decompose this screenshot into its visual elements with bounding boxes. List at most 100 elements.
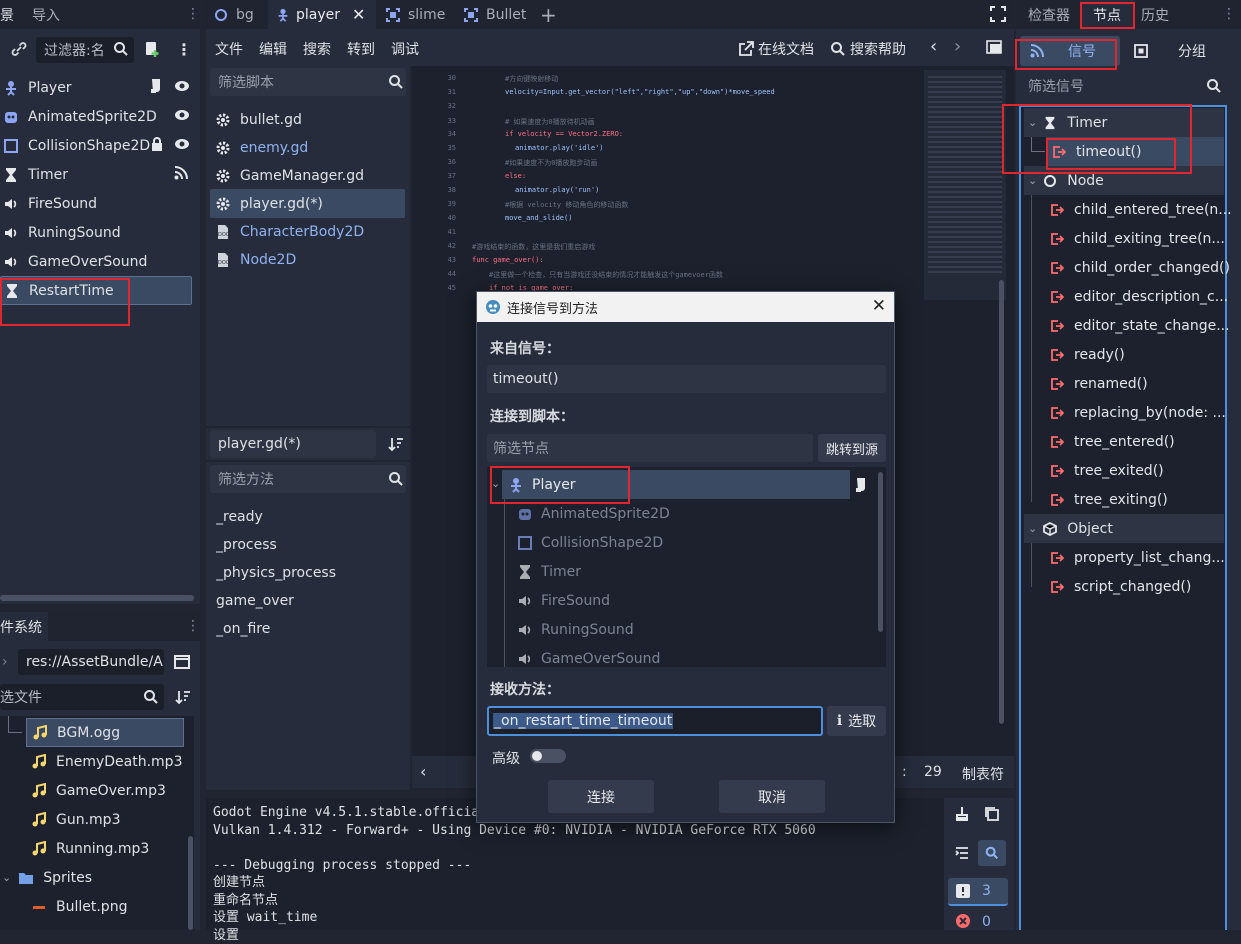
menu-edit[interactable]: 编辑: [259, 39, 287, 59]
section-timer[interactable]: ⌄ Timer: [1024, 108, 1224, 137]
path-field[interactable]: res://AssetBundle/A: [18, 649, 164, 675]
method-item[interactable]: game_over: [216, 586, 410, 615]
link-icon[interactable]: [10, 40, 28, 62]
sort-icon[interactable]: [175, 689, 191, 709]
signal-filter-input[interactable]: 筛选信号: [1020, 72, 1226, 100]
dock-menu-icon[interactable]: ⋮: [186, 618, 200, 634]
error-filter-button[interactable]: 0: [948, 914, 1008, 930]
signal-renamed[interactable]: renamed(): [1050, 369, 1148, 398]
chevron-down-icon[interactable]: ⌄: [1028, 174, 1037, 187]
toggle-panel-icon[interactable]: [986, 40, 1002, 58]
scene-node-timer[interactable]: Timer: [0, 160, 200, 189]
chevron-right-icon[interactable]: ›: [2, 654, 8, 670]
cancel-button[interactable]: 取消: [719, 780, 825, 813]
tab-filesystem[interactable]: 件系统: [0, 612, 48, 641]
chevron-down-icon[interactable]: ⌄: [1028, 522, 1037, 535]
history-back-icon[interactable]: ‹: [930, 36, 937, 57]
menu-goto[interactable]: 转到: [347, 39, 375, 59]
tab-bullet[interactable]: Bullet: [464, 0, 526, 29]
fullscreen-icon[interactable]: [990, 6, 1006, 26]
scene-node-player[interactable]: Player: [0, 73, 200, 102]
visibility-eye-icon[interactable]: [174, 108, 190, 126]
scene-node-collisionshape2d[interactable]: CollisionShape2D: [0, 131, 200, 160]
signal-replacing-by[interactable]: replacing_by(node: ...: [1050, 398, 1226, 427]
section-object[interactable]: ⌄ Object: [1024, 514, 1224, 543]
script-item-enemy[interactable]: enemy.gd: [214, 133, 410, 162]
file-item-bullet-png[interactable]: Bullet.png: [26, 892, 194, 921]
signal-tree-exiting[interactable]: tree_exiting(): [1050, 485, 1168, 514]
script-item-player[interactable]: player.gd(*): [210, 189, 405, 218]
split-view-icon[interactable]: [174, 654, 190, 674]
tab-player[interactable]: player ✕: [268, 0, 376, 29]
code-vertical-scrollbar[interactable]: [999, 280, 1004, 724]
scene-node-gameoversound[interactable]: GameOverSound: [0, 247, 200, 276]
scene-node-restarttime[interactable]: RestartTime: [0, 276, 192, 305]
signal-child-exiting-tree[interactable]: child_exiting_tree(n...: [1050, 224, 1225, 253]
collapse-icon[interactable]: [954, 845, 970, 865]
folder-sprites[interactable]: ⌄ Sprites: [0, 863, 194, 892]
close-icon[interactable]: ✕: [872, 296, 886, 316]
history-forward-icon[interactable]: ›: [954, 36, 961, 57]
lock-icon[interactable]: [150, 136, 164, 156]
indent-mode-button[interactable]: 制表符: [962, 764, 1004, 784]
script-icon[interactable]: [150, 78, 164, 98]
file-item-enemydeath[interactable]: EnemyDeath.mp3: [26, 747, 194, 776]
signal-tree-exited[interactable]: tree_exited(): [1050, 456, 1164, 485]
tab-slime[interactable]: slime: [386, 0, 445, 29]
doc-item-node2d[interactable]: DOCNode2D: [214, 245, 410, 274]
tab-scene[interactable]: 景: [0, 0, 14, 29]
signal-tree-entered[interactable]: tree_entered(): [1050, 427, 1175, 456]
method-item[interactable]: _physics_process: [216, 558, 410, 587]
section-node[interactable]: ⌄ Node: [1024, 166, 1224, 195]
file-item-bgm[interactable]: BGM.ogg: [26, 718, 184, 747]
code-minimap[interactable]: [924, 70, 1006, 300]
file-filter-input[interactable]: 选文件: [0, 684, 164, 710]
warning-filter-button[interactable]: 3: [948, 878, 1008, 906]
menu-debug[interactable]: 调试: [391, 39, 419, 59]
tree-scrollbar[interactable]: [878, 472, 883, 632]
vertical-scrollbar[interactable]: [188, 836, 193, 930]
horizontal-scrollbar[interactable]: [0, 595, 194, 601]
script-item-bullet[interactable]: bullet.gd: [214, 105, 410, 134]
scene-node-runingsound[interactable]: RuningSound: [0, 218, 200, 247]
tab-bg[interactable]: bg: [214, 0, 254, 29]
signal-child-entered-tree[interactable]: child_entered_tree(n...: [1050, 195, 1232, 224]
method-name-input[interactable]: _on_restart_time_timeout: [487, 706, 823, 736]
chevron-down-icon[interactable]: ⌄: [491, 477, 500, 490]
signal-ready[interactable]: ready(): [1050, 340, 1125, 369]
file-item-gameover[interactable]: GameOver.mp3: [26, 776, 194, 805]
signal-timeout[interactable]: timeout(): [1052, 137, 1141, 166]
pick-method-button[interactable]: ℹ选取: [827, 706, 886, 736]
sort-icon[interactable]: [388, 436, 404, 456]
menu-search[interactable]: 搜索: [303, 39, 331, 59]
close-tab-icon[interactable]: ✕: [352, 5, 365, 24]
chevron-down-icon[interactable]: ⌄: [1028, 116, 1037, 129]
file-item-gun[interactable]: Gun.mp3: [26, 805, 194, 834]
clear-output-icon[interactable]: [954, 806, 970, 826]
jump-to-source-button[interactable]: 跳转到源: [818, 434, 886, 462]
method-item[interactable]: _on_fire: [216, 614, 410, 643]
node-filter-input[interactable]: 筛选节点: [487, 434, 813, 462]
script-item-gamemanager[interactable]: GameManager.gd: [214, 161, 410, 190]
dock-menu-icon[interactable]: ⋮: [186, 6, 200, 22]
signal-connected-icon[interactable]: [174, 166, 188, 184]
online-docs-button[interactable]: 在线文档: [738, 39, 814, 59]
method-filter-input[interactable]: 筛选方法: [210, 465, 406, 493]
chevron-down-icon[interactable]: ⌄: [2, 871, 11, 884]
connect-button[interactable]: 连接: [548, 780, 654, 813]
scene-node-firesound[interactable]: FireSound: [0, 189, 200, 218]
doc-item-characterbody2d[interactable]: DOCCharacterBody2D: [214, 217, 410, 246]
subtab-groups[interactable]: 分组: [1132, 36, 1236, 66]
signal-child-order-changed[interactable]: child_order_changed(): [1050, 253, 1230, 282]
script-filter-input[interactable]: 筛选脚本: [210, 68, 406, 96]
visibility-eye-icon[interactable]: [174, 137, 190, 155]
method-item[interactable]: _ready: [216, 502, 410, 531]
add-script-icon[interactable]: [143, 40, 161, 62]
search-help-button[interactable]: 搜索帮助: [830, 39, 906, 59]
copy-icon[interactable]: [984, 806, 1000, 826]
menu-file[interactable]: 文件: [215, 39, 243, 59]
dock-menu-icon[interactable]: ⋮: [1222, 6, 1236, 22]
more-icon[interactable]: ⋮: [176, 40, 192, 59]
chevron-left-icon[interactable]: ‹: [420, 762, 426, 781]
scene-node-animatedsprite2d[interactable]: AnimatedSprite2D: [0, 102, 200, 131]
